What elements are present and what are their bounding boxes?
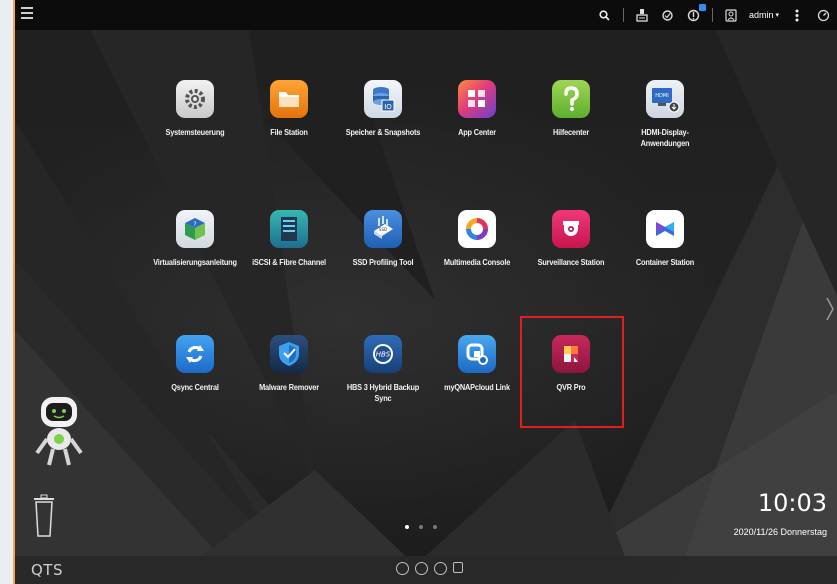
ssd-icon: SSD [364, 210, 402, 248]
folder-icon [270, 80, 308, 118]
app-file-station[interactable]: File Station [239, 80, 339, 138]
page-dot[interactable] [419, 525, 423, 529]
app-qsync-central[interactable]: Qsync Central [145, 335, 245, 393]
app-grid: Systemsteuerung File Station IO Speicher… [145, 80, 725, 420]
user-menu[interactable]: admin ▾ [749, 10, 779, 20]
app-label: Systemsteuerung [165, 128, 225, 137]
app-multimedia-console[interactable]: Multimedia Console [427, 210, 527, 268]
dock-app-icon[interactable] [453, 562, 463, 573]
top-bar: admin ▾ [15, 0, 837, 30]
camera-icon [552, 210, 590, 248]
app-label: QVR Pro [556, 383, 586, 392]
hdmi-icon: HDMI [646, 80, 684, 118]
help-icon [552, 80, 590, 118]
storage-icon: IO [364, 80, 402, 118]
user-name: admin [748, 10, 774, 20]
tasks-icon[interactable] [634, 7, 650, 23]
cloud-link-icon [458, 335, 496, 373]
app-label: HBS 3 Hybrid Backup Sync [346, 383, 420, 403]
svg-text:HDMI: HDMI [655, 93, 668, 99]
hbs-icon: HBS [364, 335, 402, 373]
app-label: SSD Profiling Tool [352, 258, 414, 267]
app-virtualisierungsanleitung[interactable]: ? Virtualisierungsanleitung [145, 210, 245, 268]
divider [711, 8, 713, 22]
page-dot[interactable] [405, 525, 409, 529]
app-label: Multimedia Console [443, 258, 511, 267]
clock-date: 2020/11/26 Donnerstag [733, 527, 827, 537]
app-hdmi-display[interactable]: HDMI HDMI-Display- Anwendungen [615, 80, 715, 149]
dock-app-icon[interactable] [415, 562, 428, 575]
page-indicator [405, 525, 437, 529]
app-label: Speicher & Snapshots [345, 128, 421, 137]
shield-icon [270, 335, 308, 373]
app-label: Malware Remover [259, 383, 319, 392]
svg-text:HBS: HBS [376, 351, 391, 359]
notification-badge [698, 4, 706, 11]
app-container-station[interactable]: Container Station [615, 210, 715, 268]
notification-icon[interactable] [686, 4, 706, 23]
clock-time: 10:03 [757, 489, 827, 517]
app-label: HDMI-Display- Anwendungen [640, 128, 690, 148]
app-label: File Station [270, 128, 308, 137]
app-iscsi-fibre[interactable]: iSCSI & Fibre Channel [239, 210, 339, 268]
app-app-center[interactable]: App Center [427, 80, 527, 138]
server-icon [270, 210, 308, 248]
next-page-arrow[interactable] [825, 296, 835, 322]
app-hbs3[interactable]: HBS HBS 3 Hybrid Backup Sync [333, 335, 433, 404]
app-label: Container Station [635, 258, 695, 267]
container-icon [646, 210, 684, 248]
assistant-robot-icon[interactable] [35, 395, 83, 471]
svg-text:?: ? [193, 221, 196, 228]
bottom-bar: QTS [15, 556, 837, 584]
app-label: Qsync Central [171, 383, 219, 392]
page-dot[interactable] [433, 525, 437, 529]
app-label: Virtualisierungsanleitung [153, 258, 237, 267]
qvr-icon [552, 335, 590, 373]
app-speicher-snapshots[interactable]: IO Speicher & Snapshots [333, 80, 433, 138]
user-icon[interactable] [723, 7, 739, 23]
app-label: iSCSI & Fibre Channel [252, 258, 326, 267]
sync-icon[interactable] [660, 7, 676, 23]
search-icon[interactable] [597, 7, 613, 23]
app-ssd-profiling[interactable]: SSD SSD Profiling Tool [333, 210, 433, 268]
app-qvr-pro[interactable]: QVR Pro [521, 335, 621, 393]
svg-text:SSD: SSD [379, 227, 387, 232]
svg-text:IO: IO [384, 103, 392, 111]
app-label: App Center [458, 128, 496, 137]
app-surveillance-station[interactable]: Surveillance Station [521, 210, 621, 268]
qts-logo: QTS [31, 561, 63, 579]
dock-app-icon[interactable] [434, 562, 447, 575]
app-myqnapcloud-link[interactable]: myQNAPcloud Link [427, 335, 527, 393]
app-systemsteuerung[interactable]: Systemsteuerung [145, 80, 245, 138]
chevron-down-icon: ▾ [775, 12, 779, 19]
qsync-icon [176, 335, 214, 373]
multimedia-icon [458, 210, 496, 248]
dashboard-icon[interactable] [815, 7, 831, 23]
app-center-icon [458, 80, 496, 118]
app-label: myQNAPcloud Link [444, 383, 510, 392]
desktop: admin ▾ Systemsteuerung File Station IO … [13, 0, 837, 584]
gear-icon [176, 80, 214, 118]
app-hilfecenter[interactable]: Hilfecenter [521, 80, 621, 138]
app-malware-remover[interactable]: Malware Remover [239, 335, 339, 393]
menu-icon[interactable] [21, 7, 33, 19]
dock [396, 562, 463, 575]
cube-icon: ? [176, 210, 214, 248]
more-icon[interactable] [789, 7, 805, 23]
divider [622, 8, 624, 22]
app-label: Surveillance Station [537, 258, 605, 267]
app-label: Hilfecenter [552, 128, 590, 137]
trash-icon[interactable] [32, 494, 56, 538]
dock-app-icon[interactable] [396, 562, 409, 575]
